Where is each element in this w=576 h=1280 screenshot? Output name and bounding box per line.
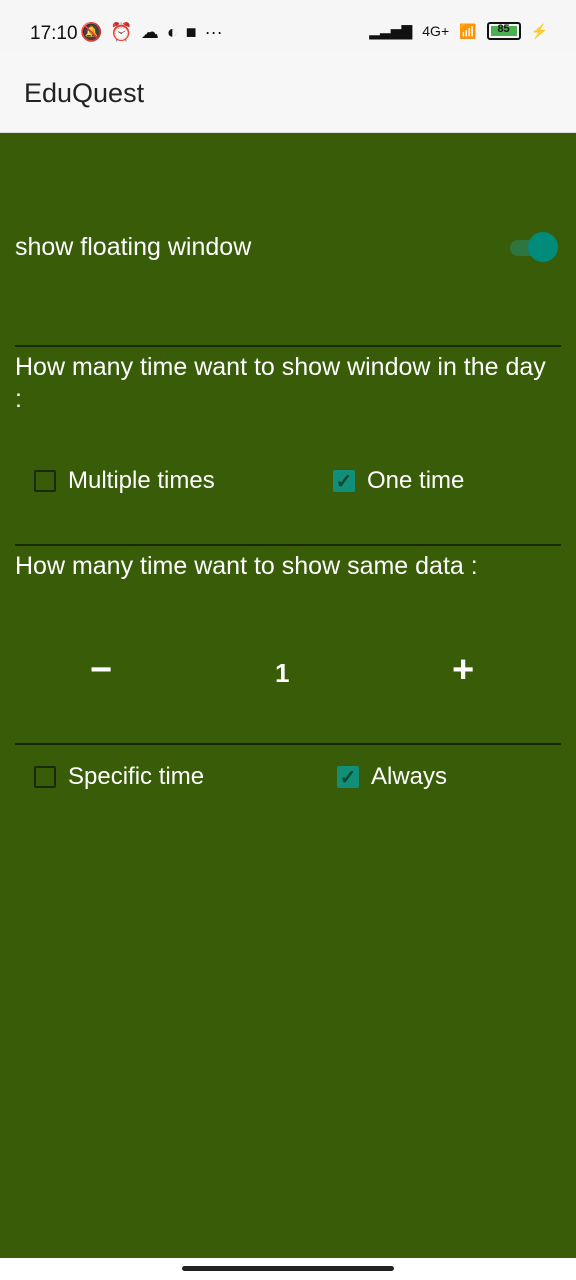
- status-time: 17:10: [30, 23, 78, 44]
- alarm-icon: ⏰: [110, 22, 133, 42]
- option-label: Always: [371, 763, 448, 790]
- checkbox-checked[interactable]: ✓: [337, 766, 359, 789]
- checkbox-unchecked[interactable]: [34, 470, 56, 492]
- wifi-icon: 📶: [459, 22, 477, 39]
- option-label: Multiple times: [68, 467, 215, 494]
- frequency-question: How many time want to show window in the…: [15, 353, 546, 413]
- cloud-icon: ☁: [140, 22, 159, 42]
- divider: [15, 743, 561, 745]
- divider: [15, 544, 561, 546]
- option-one-time[interactable]: ✓ One time: [333, 467, 464, 495]
- floating-window-switch[interactable]: [508, 232, 558, 262]
- battery-icon: 85: [486, 22, 521, 40]
- square-icon: ■: [185, 22, 197, 42]
- option-multiple-times[interactable]: Multiple times: [34, 467, 215, 495]
- repeat-question: How many time want to show same data :: [15, 552, 478, 580]
- more-icon: ···: [204, 22, 223, 42]
- status-icons-right: ▂▃▅▇ 4G+ 📶 85 ⚡: [369, 22, 548, 40]
- checkbox-unchecked[interactable]: [34, 766, 56, 788]
- option-label: Specific time: [68, 763, 205, 790]
- app-bar: EduQuest: [0, 50, 576, 133]
- app-title: EduQuest: [24, 78, 145, 108]
- bell-off-icon: 🔕: [80, 22, 103, 42]
- floating-window-label: show floating window: [15, 233, 252, 261]
- option-specific-time[interactable]: Specific time: [34, 763, 204, 791]
- signal-icon: ▂▃▅▇: [369, 22, 413, 39]
- settings-content: show floating window How many time want …: [0, 133, 576, 1258]
- app-icon: ◐: [166, 22, 178, 42]
- divider: [15, 345, 561, 347]
- status-bar: 17:10 🔕 ⏰ ☁ ◐ ■ ··· ▂▃▅▇ 4G+ 📶 85 ⚡: [0, 0, 576, 50]
- battery-level: 85: [497, 23, 510, 35]
- repeat-count-value: 1: [275, 658, 290, 688]
- network-label: 4G+: [422, 23, 450, 39]
- option-always[interactable]: ✓ Always: [337, 763, 447, 791]
- switch-thumb: [528, 232, 558, 262]
- navigation-bar: [0, 1258, 576, 1280]
- checkbox-checked[interactable]: ✓: [333, 470, 355, 493]
- decrement-button[interactable]: −: [90, 649, 112, 692]
- increment-button[interactable]: +: [452, 649, 474, 692]
- option-label: One time: [367, 467, 465, 494]
- charging-icon: ⚡: [530, 22, 548, 39]
- status-icons-left: 🔕 ⏰ ☁ ◐ ■ ···: [80, 22, 223, 43]
- home-indicator[interactable]: [182, 1266, 394, 1271]
